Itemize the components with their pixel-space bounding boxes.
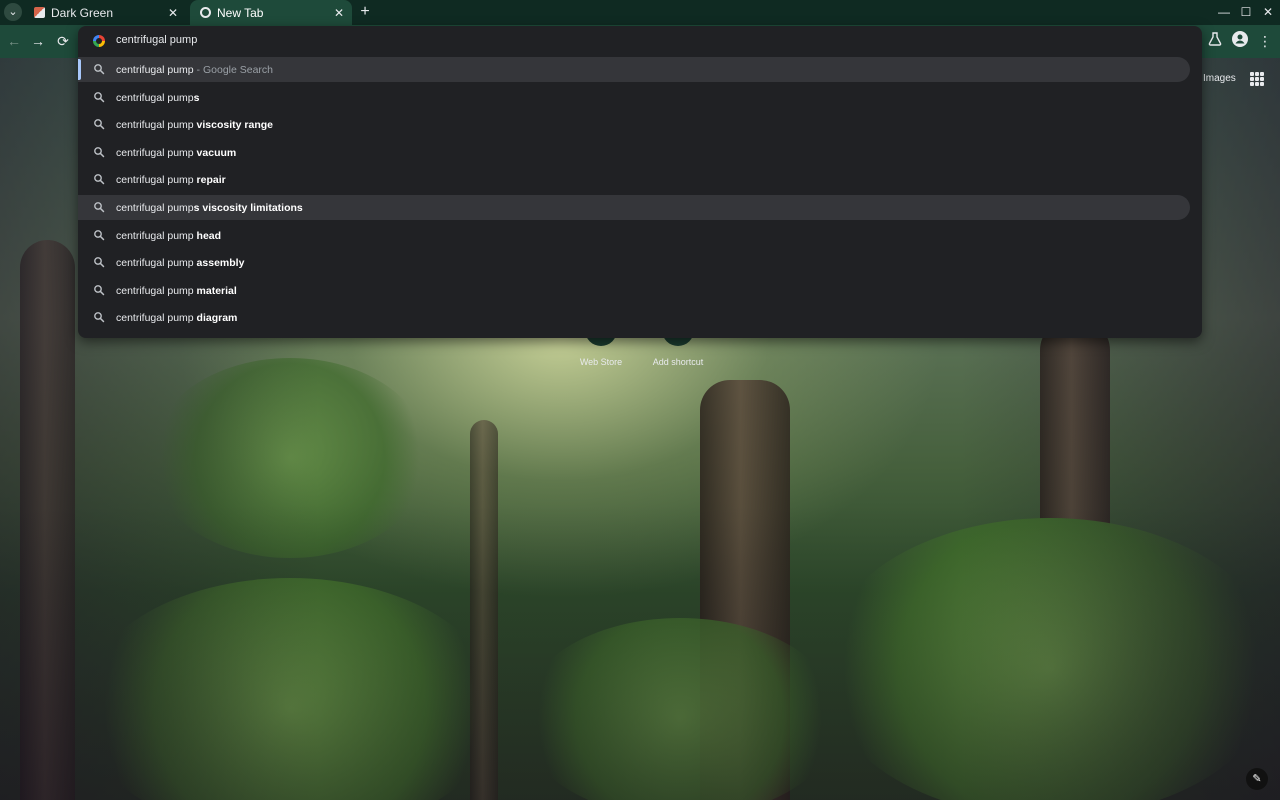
google-logo-icon bbox=[93, 35, 105, 47]
minimize-icon[interactable]: — bbox=[1214, 3, 1234, 21]
person-icon[interactable] bbox=[1230, 31, 1250, 51]
new-tab-plus-icon[interactable]: + bbox=[356, 3, 374, 21]
suggestion-query: centrifugal pump bbox=[116, 64, 194, 76]
omnibox-suggestion[interactable]: centrifugal pump head bbox=[78, 223, 1190, 248]
close-icon[interactable]: ✕ bbox=[164, 4, 182, 22]
suggestion-query: centrifugal pump bbox=[116, 284, 197, 297]
suggestion-completion: diagram bbox=[196, 312, 238, 325]
search-icon bbox=[94, 174, 105, 185]
suggestion-description: - Google Search bbox=[193, 64, 274, 76]
suggestion-text: centrifugal pump repair bbox=[116, 174, 226, 186]
search-icon bbox=[94, 64, 105, 75]
suggestion-completion: s viscosity limitations bbox=[193, 202, 303, 214]
omnibox-suggestion[interactable]: centrifugal pump vacuum bbox=[78, 140, 1190, 165]
suggestion-text: centrifugal pump vacuum bbox=[116, 147, 236, 159]
tab-title: New Tab bbox=[217, 5, 264, 20]
suggestion-text: centrifugal pumps bbox=[116, 92, 199, 104]
images-link[interactable]: Images bbox=[1203, 73, 1236, 84]
omnibox-dropdown: centrifugal pump centrifugal pump - Goog… bbox=[78, 26, 1202, 338]
search-icon bbox=[94, 312, 105, 323]
omnibox-suggestion[interactable]: centrifugal pump repair bbox=[78, 167, 1190, 192]
search-icon bbox=[94, 202, 105, 213]
suggestion-completion: material bbox=[196, 284, 237, 297]
suggestion-completion: s bbox=[193, 91, 200, 104]
omnibox-suggestion[interactable]: centrifugal pump assembly bbox=[78, 250, 1190, 275]
suggestion-text: centrifugal pump head bbox=[116, 230, 221, 242]
search-icon bbox=[94, 284, 105, 296]
back-arrow-icon[interactable]: ← bbox=[4, 31, 24, 51]
suggestion-query: centrifugal pump bbox=[116, 202, 194, 214]
title-bar: ⌄ Dark Green ✕ New Tab ✕ + — ☐ ✕ bbox=[0, 0, 1280, 25]
fern-foliage bbox=[520, 618, 840, 800]
omnibox-suggestion[interactable]: centrifugal pumps bbox=[78, 85, 1190, 110]
page-favicon-icon bbox=[34, 7, 45, 18]
suggestion-text: centrifugal pump - Google Search bbox=[116, 64, 273, 76]
omnibox-suggestion[interactable]: centrifugal pump - Google Search bbox=[78, 57, 1190, 82]
suggestion-completion: head bbox=[196, 229, 222, 242]
search-icon bbox=[94, 91, 105, 102]
fern-foliage bbox=[150, 358, 430, 558]
tab-dark-green[interactable]: Dark Green ✕ bbox=[24, 0, 186, 25]
omnibox-suggestion[interactable]: centrifugal pump material bbox=[78, 278, 1190, 303]
close-icon[interactable]: ✕ bbox=[330, 4, 348, 22]
tab-new-tab[interactable]: New Tab ✕ bbox=[190, 0, 352, 25]
suggestion-completion: viscosity range bbox=[196, 119, 273, 132]
omnibox-input-row[interactable]: centrifugal pump bbox=[78, 26, 1202, 56]
apps-grid-icon[interactable] bbox=[1250, 72, 1264, 86]
suggestion-query: centrifugal pump bbox=[116, 174, 197, 187]
fern-foliage bbox=[80, 578, 500, 800]
suggestion-query: centrifugal pump bbox=[116, 146, 197, 159]
window-close-icon[interactable]: ✕ bbox=[1258, 3, 1278, 21]
chevron-down-icon[interactable]: ⌄ bbox=[4, 3, 22, 21]
flask-icon[interactable] bbox=[1205, 31, 1225, 51]
pencil-icon[interactable]: ✎ bbox=[1246, 768, 1268, 790]
search-icon bbox=[94, 257, 105, 268]
suggestion-completion: assembly bbox=[196, 257, 245, 270]
suggestion-query: centrifugal pump bbox=[116, 91, 194, 104]
reload-icon[interactable]: ⟳ bbox=[53, 31, 73, 51]
suggestion-query: centrifugal pump bbox=[116, 257, 197, 270]
suggestion-query: centrifugal pump bbox=[116, 312, 197, 325]
chrome-favicon-icon bbox=[200, 7, 211, 18]
suggestion-text: centrifugal pump diagram bbox=[116, 312, 237, 324]
omnibox-suggestion[interactable]: centrifugal pump diagram bbox=[78, 305, 1190, 330]
tree-trunk bbox=[700, 380, 790, 800]
omnibox-input[interactable]: centrifugal pump bbox=[116, 34, 197, 46]
shortcut-label[interactable]: Add shortcut bbox=[638, 357, 718, 367]
forward-arrow-icon[interactable]: → bbox=[28, 31, 48, 51]
shortcut-label[interactable]: Web Store bbox=[561, 357, 641, 367]
search-icon bbox=[94, 229, 105, 240]
suggestion-query: centrifugal pump bbox=[116, 119, 197, 132]
tab-title: Dark Green bbox=[51, 5, 114, 20]
tree-trunk bbox=[470, 420, 498, 800]
suggestion-completion: vacuum bbox=[196, 146, 237, 159]
suggestion-text: centrifugal pump material bbox=[116, 285, 237, 297]
search-icon bbox=[94, 119, 105, 130]
omnibox-suggestion[interactable]: centrifugal pumps viscosity limitations bbox=[78, 195, 1190, 220]
suggestion-text: centrifugal pump viscosity range bbox=[116, 119, 273, 131]
fern-foliage bbox=[820, 518, 1280, 800]
suggestion-text: centrifugal pumps viscosity limitations bbox=[116, 202, 303, 214]
tree-trunk bbox=[1040, 320, 1110, 800]
kebab-menu-icon[interactable]: ⋮ bbox=[1255, 31, 1275, 51]
suggestion-text: centrifugal pump assembly bbox=[116, 257, 244, 269]
maximize-icon[interactable]: ☐ bbox=[1236, 3, 1256, 21]
omnibox-suggestion[interactable]: centrifugal pump viscosity range bbox=[78, 112, 1190, 137]
search-icon bbox=[94, 146, 105, 158]
suggestion-query: centrifugal pump bbox=[116, 229, 197, 242]
tree-trunk bbox=[20, 240, 75, 800]
suggestion-completion: repair bbox=[196, 174, 226, 187]
